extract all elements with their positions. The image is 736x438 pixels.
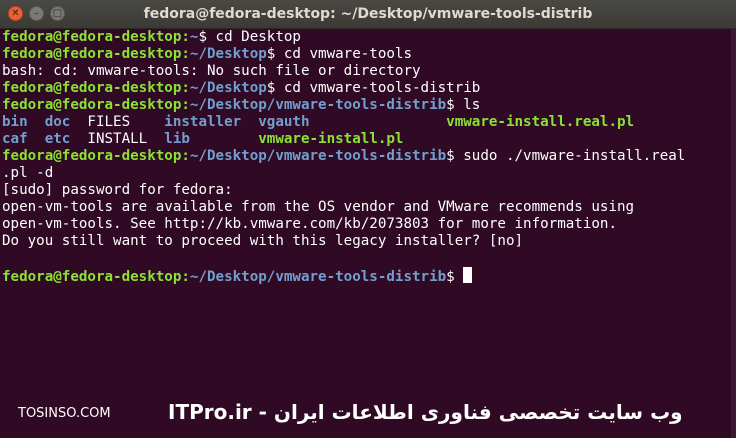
terminal-output[interactable]: fedora@fedora-desktop:~$ cd Desktop fedor… <box>2 29 730 389</box>
terminal-text-segment: FILES <box>87 114 165 130</box>
terminal-text-segment: ~/Desktop <box>189 80 267 96</box>
terminal-line: fedora@fedora-desktop:~/Desktop/vmware-t… <box>2 267 730 285</box>
terminal-text-segment: $ cd vmware-tools-distrib <box>266 80 481 96</box>
terminal-line: fedora@fedora-desktop:~/Desktop/vmware-t… <box>2 148 730 165</box>
terminal-line: fedora@fedora-desktop:~/Desktop$ cd vmwa… <box>2 80 730 97</box>
terminal-text-segment: bash: cd: vmware-tools: No such file or … <box>2 63 421 79</box>
terminal-line: [sudo] password for fedora: <box>2 182 730 199</box>
terminal-text-segment: fedora@fedora-desktop: <box>2 46 190 62</box>
terminal-text-segment: vmware-install.real.pl <box>446 114 635 130</box>
terminal-text-segment: $ ls <box>446 97 481 113</box>
terminal-text-segment: $ <box>446 269 464 285</box>
terminal-text-segment: INSTALL <box>87 131 165 147</box>
terminal-line: .pl -d <box>2 165 730 182</box>
terminal-text-segment: Do you still want to proceed with this l… <box>2 233 524 249</box>
terminal-text-segment: fedora@fedora-desktop: <box>2 148 190 164</box>
terminal-line: bash: cd: vmware-tools: No such file or … <box>2 63 730 80</box>
terminal-line: fedora@fedora-desktop:~$ cd Desktop <box>2 29 730 46</box>
terminal-text-segment: .pl -d <box>2 165 54 181</box>
terminal-line: caf etc INSTALL lib vmware-install.pl <box>2 131 730 148</box>
terminal-line: open-vm-tools. See http://kb.vmware.com/… <box>2 216 730 233</box>
terminal-window: ✕ – □ fedora@fedora-desktop: ~/Desktop/v… <box>0 0 736 438</box>
scrollbar[interactable] <box>731 29 736 438</box>
terminal-text-segment: bin doc <box>2 114 88 130</box>
terminal-line: open-vm-tools are available from the OS … <box>2 199 730 216</box>
terminal-text-segment: ~/Desktop/vmware-tools-distrib <box>189 269 447 285</box>
terminal-text-segment: $ sudo ./vmware-install.real <box>446 148 686 164</box>
terminal-text-segment: $ cd Desktop <box>198 29 301 45</box>
terminal-text-segment: caf etc <box>2 131 88 147</box>
terminal-text-segment: ~/Desktop <box>189 46 267 62</box>
terminal-text-segment: installer vgauth <box>164 114 447 130</box>
terminal-line: fedora@fedora-desktop:~/Desktop/vmware-t… <box>2 97 730 114</box>
terminal-line: fedora@fedora-desktop:~/Desktop$ cd vmwa… <box>2 46 730 63</box>
terminal-text-segment: [sudo] password for fedora: <box>2 182 233 198</box>
terminal-text-segment: open-vm-tools are available from the OS … <box>2 199 635 215</box>
cursor-icon <box>463 267 473 283</box>
terminal-text-segment: ~/Desktop/vmware-tools-distrib <box>189 97 447 113</box>
terminal-text-segment: $ cd vmware-tools <box>266 46 413 62</box>
terminal-text-segment: vmware-install.pl <box>258 131 404 147</box>
terminal-text-segment: fedora@fedora-desktop: <box>2 29 190 45</box>
terminal-line: Do you still want to proceed with this l… <box>2 233 730 250</box>
title-bar[interactable]: ✕ – □ fedora@fedora-desktop: ~/Desktop/v… <box>0 0 736 29</box>
terminal-line: bin doc FILES installer vgauth vmware-in… <box>2 114 730 131</box>
terminal-text-segment: lib <box>164 131 259 147</box>
window-title: fedora@fedora-desktop: ~/Desktop/vmware-… <box>143 6 593 22</box>
terminal-text-segment: fedora@fedora-desktop: <box>2 80 190 96</box>
terminal-text-segment: open-vm-tools. See http://kb.vmware.com/… <box>2 216 617 232</box>
watermark-tosinso: TOSINSO.COM <box>18 406 111 421</box>
terminal-text-segment: fedora@fedora-desktop: <box>2 97 190 113</box>
terminal-text-segment: ~/Desktop/vmware-tools-distrib <box>189 148 447 164</box>
terminal-text-segment: fedora@fedora-desktop: <box>2 269 190 285</box>
watermark-itpro: ITPro.ir - وب سایت تخصصی فناوری اطلاعات … <box>168 400 683 424</box>
